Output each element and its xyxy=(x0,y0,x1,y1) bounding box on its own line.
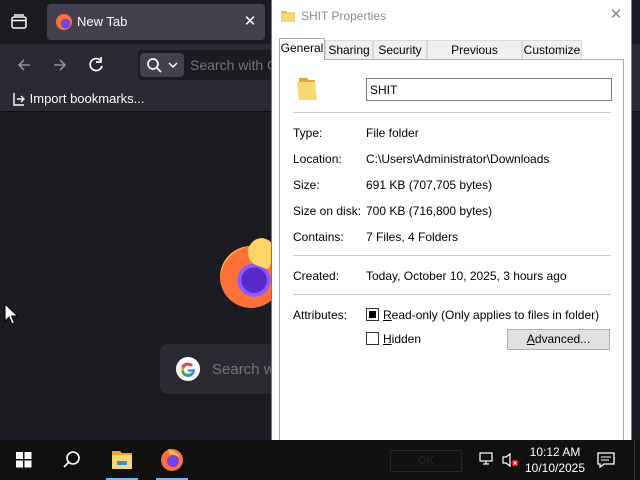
file-explorer-icon[interactable] xyxy=(98,440,146,480)
reload-icon[interactable] xyxy=(84,53,108,77)
readonly-checkbox[interactable] xyxy=(366,308,379,321)
type-value: File folder xyxy=(366,126,419,140)
windows-start-icon[interactable] xyxy=(0,440,48,480)
back-arrow-icon[interactable] xyxy=(12,53,36,77)
network-icon[interactable] xyxy=(479,452,495,466)
close-icon[interactable]: ✕ xyxy=(601,0,631,30)
properties-dialog: SHIT Properties ✕ General Sharing Securi… xyxy=(271,0,632,440)
size-on-disk-label: Size on disk: xyxy=(293,204,362,218)
dialog-title-bar[interactable]: SHIT Properties ✕ xyxy=(272,0,631,31)
tab-security[interactable]: Security xyxy=(373,40,427,60)
hidden-label[interactable]: Hidden xyxy=(383,332,421,346)
google-icon xyxy=(176,357,200,381)
volume-muted-icon[interactable] xyxy=(502,452,520,468)
tab-customize[interactable]: Customize xyxy=(522,40,582,60)
mouse-cursor xyxy=(4,302,20,325)
import-bookmarks-button[interactable]: Import bookmarks... xyxy=(12,90,145,108)
created-value: Today, October 10, 2025, 3 hours ago xyxy=(366,269,567,283)
contains-value: 7 Files, 4 Folders xyxy=(366,230,459,244)
import-bookmarks-label: Import bookmarks... xyxy=(29,91,145,107)
search-engine-button[interactable] xyxy=(140,53,184,77)
dialog-tabs: General Sharing Security Previous Versio… xyxy=(279,38,625,75)
created-label: Created: xyxy=(293,269,340,283)
tab-general[interactable]: General xyxy=(279,38,325,60)
firefox-icon xyxy=(56,14,72,30)
general-tab-panel: Type: File folder Location: C:\Users\Adm… xyxy=(279,59,624,440)
taskbar: OK 10:12 AM 10/10/2025 xyxy=(0,440,640,480)
tab-new-tab[interactable]: New Tab ✕ xyxy=(47,4,265,40)
tab-sharing[interactable]: Sharing xyxy=(325,40,373,60)
advanced-button[interactable]: Advanced... xyxy=(507,329,610,350)
attributes-label: Attributes: xyxy=(293,308,348,322)
chevron-down-icon xyxy=(168,62,178,69)
divider xyxy=(293,255,611,256)
type-label: Type: xyxy=(293,126,323,140)
location-value: C:\Users\Administrator\Downloads xyxy=(366,152,550,166)
size-on-disk-value: 700 KB (716,800 bytes) xyxy=(366,204,493,218)
tab-list-icon[interactable] xyxy=(8,11,30,33)
clock-time: 10:12 AM xyxy=(529,445,581,459)
divider xyxy=(293,112,611,113)
divider xyxy=(293,294,611,295)
contains-label: Contains: xyxy=(293,230,344,244)
folder-name-field[interactable] xyxy=(366,78,612,101)
import-icon xyxy=(13,92,25,106)
notification-icon[interactable] xyxy=(596,450,616,470)
show-desktop-button[interactable] xyxy=(634,440,640,480)
clock[interactable]: 10:12 AM 10/10/2025 xyxy=(523,444,587,476)
clock-date: 10/10/2025 xyxy=(524,461,586,475)
folder-icon xyxy=(296,74,318,102)
ok-button: OK xyxy=(390,450,462,472)
readonly-label[interactable]: Read-only (Only applies to files in fold… xyxy=(383,308,599,322)
location-label: Location: xyxy=(293,152,342,166)
dialog-title: SHIT Properties xyxy=(301,9,387,23)
tab-title: New Tab xyxy=(77,14,128,29)
search-icon xyxy=(147,58,162,73)
firefox-icon[interactable] xyxy=(148,440,196,480)
forward-arrow-icon[interactable] xyxy=(48,53,72,77)
hidden-checkbox[interactable] xyxy=(366,332,379,345)
search-icon[interactable] xyxy=(48,440,96,480)
close-icon[interactable]: ✕ xyxy=(241,13,259,31)
tab-previous-versions[interactable]: Previous Versions xyxy=(427,40,522,75)
folder-icon xyxy=(281,9,295,22)
size-value: 691 KB (707,705 bytes) xyxy=(366,178,493,192)
size-label: Size: xyxy=(293,178,320,192)
